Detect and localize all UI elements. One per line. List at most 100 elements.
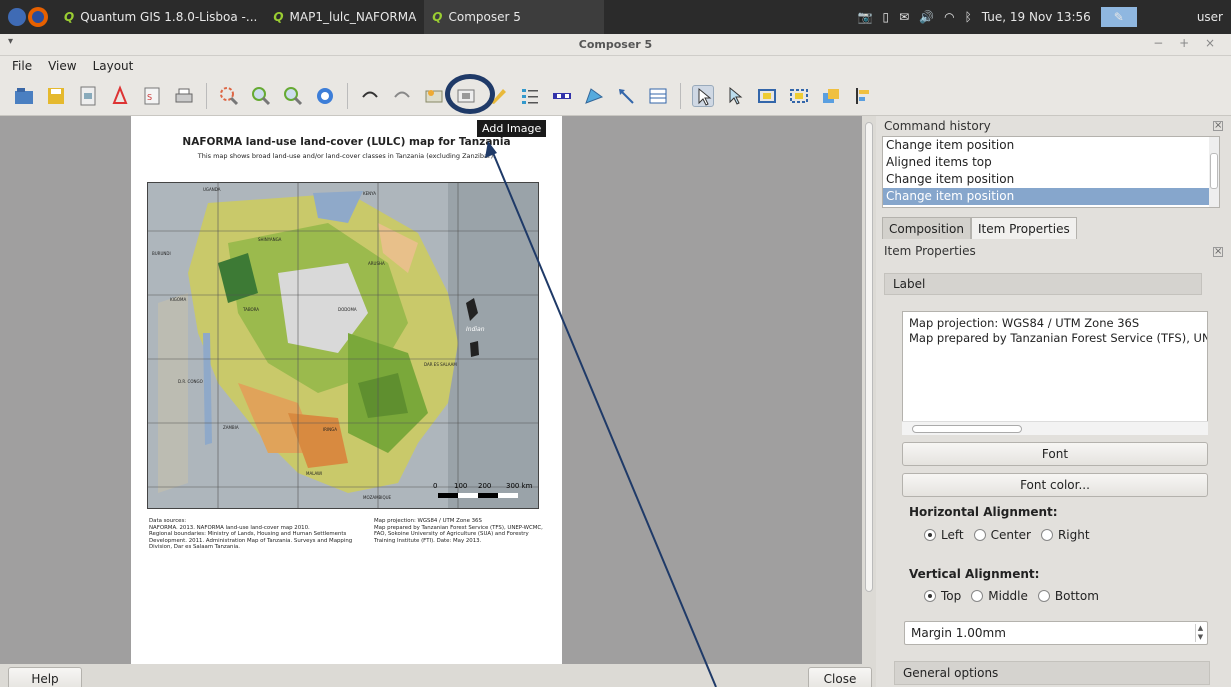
history-item-selected[interactable]: Change item position bbox=[883, 188, 1219, 205]
valign-middle-radio[interactable]: Middle bbox=[971, 589, 1028, 603]
canvas-vertical-scrollbar[interactable] bbox=[862, 116, 876, 664]
taskbar-item-composer[interactable]: Q Composer 5 bbox=[424, 0, 605, 34]
add-shape-icon[interactable] bbox=[583, 85, 605, 107]
menu-file[interactable]: File bbox=[12, 59, 32, 73]
spin-arrows-icon[interactable]: ▲ ▼ bbox=[1195, 624, 1205, 642]
item-properties-title: Item Properties bbox=[884, 244, 976, 258]
data-sources-label[interactable]: Data sources: NAFORMA. 2013. NAFORMA lan… bbox=[149, 518, 354, 551]
ubuntu-menu-icon[interactable] bbox=[0, 0, 56, 34]
valign-bottom-radio[interactable]: Bottom bbox=[1037, 589, 1099, 603]
raise-items-icon[interactable] bbox=[820, 85, 842, 107]
map-label-malawi: MALAWI bbox=[306, 471, 322, 476]
export-pdf-icon[interactable] bbox=[109, 84, 131, 107]
menu-view[interactable]: View bbox=[48, 59, 76, 73]
mail-icon[interactable]: ✉ bbox=[899, 10, 909, 24]
font-color-button[interactable]: Font color... bbox=[902, 473, 1208, 497]
general-options-header[interactable]: General options bbox=[894, 661, 1210, 685]
toolbar-separator bbox=[347, 82, 348, 109]
horizontal-alignment-label: Horizontal Alignment: bbox=[909, 505, 1058, 519]
projection-label[interactable]: Map projection: WGS84 / UTM Zone 36S Map… bbox=[374, 518, 549, 544]
command-history-list[interactable]: Change item position Aligned items top C… bbox=[882, 136, 1220, 208]
align-items-icon[interactable] bbox=[852, 85, 874, 107]
map-label-arusha: ARUSHA bbox=[368, 261, 385, 266]
toolbar-separator bbox=[206, 82, 207, 109]
map-label-iringa: IRINGA bbox=[323, 427, 337, 432]
tooltip: Add Image bbox=[477, 120, 547, 137]
halign-left-radio[interactable]: Left bbox=[924, 528, 964, 542]
halign-right-radio[interactable]: Right bbox=[1040, 528, 1090, 542]
ungroup-items-icon[interactable] bbox=[788, 85, 810, 107]
add-map-icon[interactable] bbox=[423, 85, 445, 107]
map-label-mozambique: MOZAMBIQUE bbox=[363, 495, 392, 500]
vertical-alignment-label: Vertical Alignment: bbox=[909, 567, 1040, 581]
select-move-icon[interactable] bbox=[692, 84, 714, 107]
map-label-drc: D.R. CONGO bbox=[178, 379, 203, 384]
composer-canvas[interactable]: NAFORMA land-use land-cover (LULC) map f… bbox=[0, 116, 862, 664]
tab-composition[interactable]: Composition bbox=[882, 217, 971, 239]
map-item[interactable]: 0 100 200 300 km UGANDA KENYA BURUNDI SH… bbox=[147, 182, 539, 509]
add-legend-icon[interactable] bbox=[519, 85, 541, 107]
close-history-icon[interactable]: × bbox=[1213, 121, 1223, 131]
print-icon[interactable] bbox=[173, 85, 195, 107]
history-scrollbar[interactable] bbox=[1209, 137, 1219, 207]
label-text-line: Map projection: WGS84 / UTM Zone 36S bbox=[909, 316, 1140, 330]
margin-value: Margin 1.00mm bbox=[911, 626, 1006, 640]
valign-top-radio[interactable]: Top bbox=[924, 589, 961, 603]
map-label-burundi: BURUNDI bbox=[152, 251, 171, 256]
help-button[interactable]: Help bbox=[8, 667, 82, 687]
zoom-out-icon[interactable] bbox=[282, 85, 304, 107]
print-page[interactable]: NAFORMA land-use land-cover (LULC) map f… bbox=[131, 116, 562, 664]
export-image-icon[interactable] bbox=[77, 85, 99, 107]
margin-spinbox[interactable]: Margin 1.00mm ▲ ▼ bbox=[904, 621, 1208, 645]
user-menu[interactable]: user bbox=[1197, 10, 1223, 24]
label-horizontal-scrollbar[interactable] bbox=[902, 421, 1208, 435]
menu-layout[interactable]: Layout bbox=[93, 59, 134, 73]
bluetooth-icon[interactable]: ᛒ bbox=[965, 10, 972, 24]
add-arrow-icon[interactable] bbox=[615, 85, 637, 107]
command-history-title: Command history bbox=[884, 119, 991, 133]
group-items-icon[interactable] bbox=[756, 85, 778, 107]
indicator-icon[interactable]: ✎ bbox=[1100, 7, 1137, 27]
taskbar-item-map[interactable]: Q MAP1_lulc_NAFORMA bbox=[265, 0, 424, 34]
label-text-editor[interactable]: Map projection: WGS84 / UTM Zone 36S Map… bbox=[902, 311, 1208, 435]
halign-center-radio[interactable]: Center bbox=[973, 528, 1031, 542]
window-titlebar: ▾ Composer 5 − + × bbox=[0, 34, 1231, 56]
vertical-alignment-options: Top Middle Bottom bbox=[924, 589, 1099, 603]
map-title[interactable]: NAFORMA land-use land-cover (LULC) map f… bbox=[131, 136, 562, 148]
history-item[interactable]: Change item position bbox=[883, 171, 1219, 188]
camera-icon[interactable]: 📷 bbox=[858, 10, 873, 24]
zoom-full-icon[interactable] bbox=[218, 85, 240, 107]
map-label-uganda: UGANDA bbox=[203, 187, 221, 192]
clock[interactable]: Tue, 19 Nov 13:56 bbox=[982, 10, 1091, 24]
wifi-icon[interactable]: ◠ bbox=[944, 10, 954, 24]
font-button[interactable]: Font bbox=[902, 442, 1208, 466]
map-subtitle[interactable]: This map shows broad land-use and/or lan… bbox=[131, 152, 562, 160]
label-group-header[interactable]: Label bbox=[884, 273, 1202, 295]
move-content-icon[interactable] bbox=[724, 85, 746, 107]
scalebar-label-200: 200 bbox=[478, 482, 491, 490]
redo-icon[interactable] bbox=[391, 85, 413, 107]
window-controls[interactable]: − + × bbox=[1153, 36, 1221, 50]
map-label-dodoma: DODOMA bbox=[338, 307, 357, 312]
zoom-in-icon[interactable] bbox=[250, 85, 272, 107]
undo-icon[interactable] bbox=[359, 85, 381, 107]
save-template-icon[interactable] bbox=[45, 85, 67, 107]
tab-item-properties[interactable]: Item Properties bbox=[970, 217, 1077, 239]
menubar: File View Layout bbox=[0, 56, 1231, 76]
battery-icon[interactable]: ▯ bbox=[882, 10, 889, 24]
taskbar-item-qgis[interactable]: Q Quantum GIS 1.8.0-Lisboa -... bbox=[56, 0, 265, 34]
close-button[interactable]: Close bbox=[808, 667, 872, 687]
map-label-tabora: TABORA bbox=[242, 307, 259, 312]
add-table-icon[interactable] bbox=[647, 85, 669, 107]
add-scalebar-icon[interactable] bbox=[551, 85, 573, 107]
open-template-icon[interactable] bbox=[13, 85, 35, 107]
add-image-highlight-circle bbox=[445, 74, 495, 114]
map-label-indian-ocean: Indian bbox=[466, 326, 485, 333]
history-item[interactable]: Change item position bbox=[883, 137, 1219, 154]
refresh-icon[interactable] bbox=[314, 85, 336, 107]
volume-icon[interactable]: 🔊 bbox=[919, 10, 934, 24]
history-item[interactable]: Aligned items top bbox=[883, 154, 1219, 171]
close-properties-icon[interactable]: × bbox=[1213, 247, 1223, 257]
export-svg-icon[interactable]: S bbox=[141, 85, 163, 107]
label-text-line: Map prepared by Tanzanian Forest Service… bbox=[909, 331, 1208, 345]
